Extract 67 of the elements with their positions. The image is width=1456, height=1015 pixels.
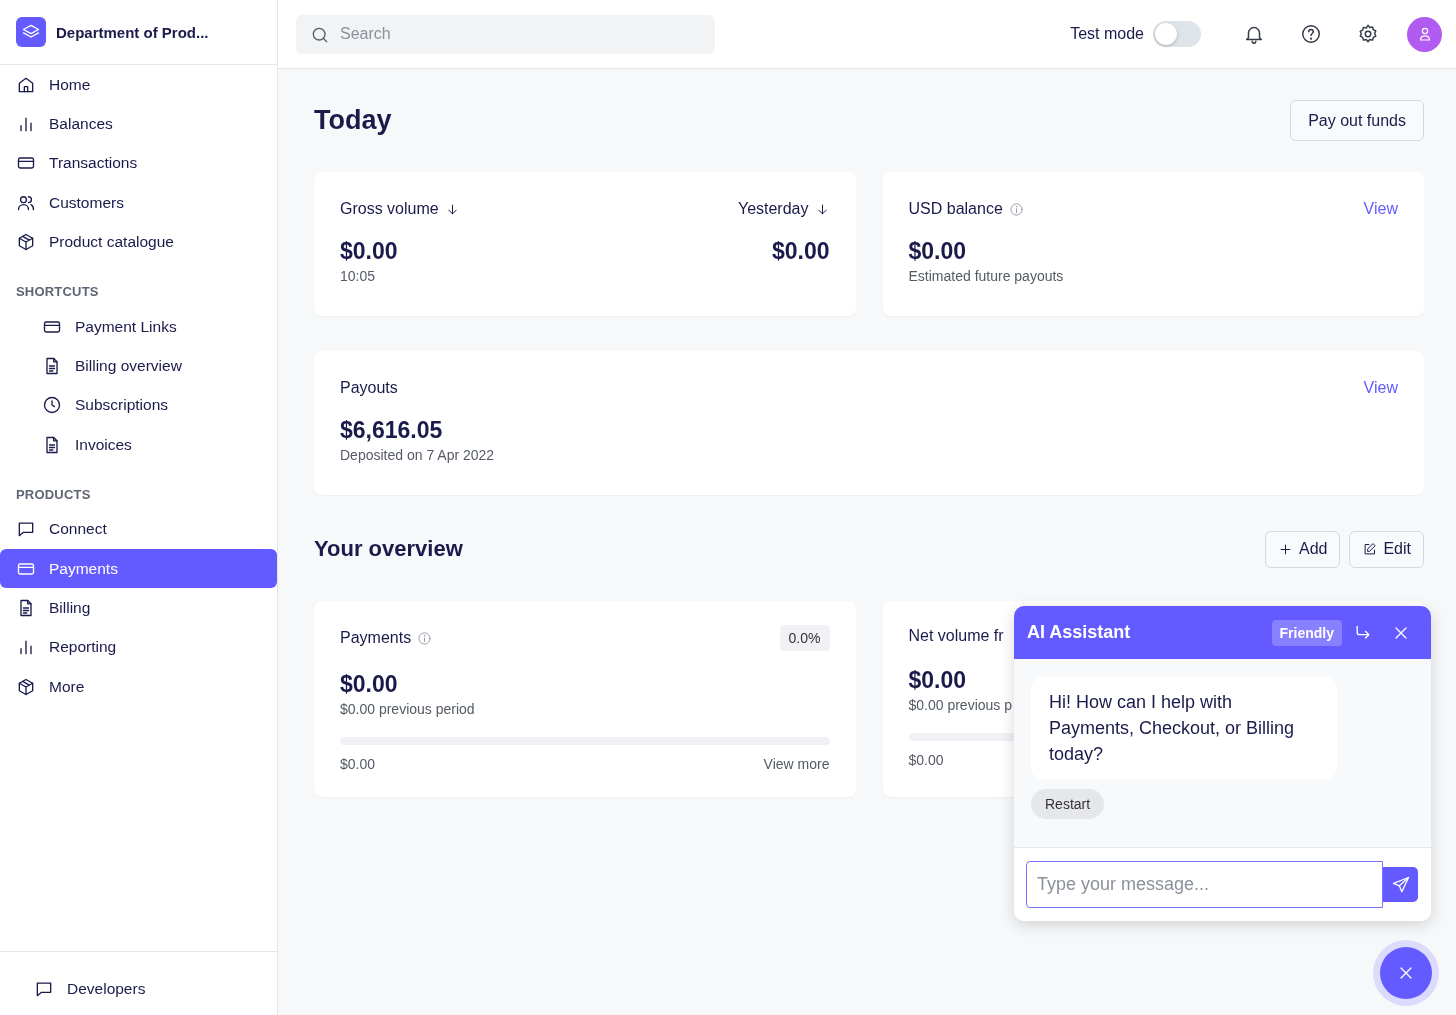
- edit-icon: [1362, 541, 1378, 557]
- nav-item[interactable]: Transactions: [0, 143, 277, 184]
- nav-item[interactable]: Subscriptions: [0, 385, 277, 426]
- send-button[interactable]: [1383, 867, 1418, 902]
- chart-value: $0.00: [908, 752, 944, 768]
- test-mode-toggle[interactable]: [1153, 21, 1201, 47]
- compare-dropdown[interactable]: Yesterday: [737, 198, 830, 220]
- nav-item[interactable]: Reporting: [0, 627, 277, 668]
- pay-out-button[interactable]: Pay out funds: [1290, 100, 1424, 141]
- view-link[interactable]: View: [1363, 200, 1398, 218]
- metric-value: $0.00: [340, 240, 398, 263]
- metric-value: $0.00: [771, 240, 830, 263]
- info-icon: [1008, 201, 1024, 217]
- section-heading: SHORTCUTS: [15, 282, 100, 301]
- settings-icon: [1356, 23, 1379, 45]
- logo-icon: [16, 17, 46, 47]
- previous-value: $0.00 previous p: [908, 697, 1013, 713]
- metric-dropdown[interactable]: Gross volume: [340, 198, 460, 220]
- view-link[interactable]: View: [1363, 379, 1398, 397]
- edit-button[interactable]: Edit: [1349, 530, 1424, 568]
- nav-item[interactable]: Payments: [0, 548, 277, 589]
- plus-icon: [1277, 541, 1293, 557]
- nav-item[interactable]: More: [0, 667, 277, 707]
- nav-item[interactable]: Billing: [0, 588, 277, 628]
- avatar-button[interactable]: [1407, 16, 1442, 52]
- chat-title: AI Assistant: [1027, 622, 1131, 643]
- metric-value: $0.00: [340, 673, 398, 696]
- metric-note: Estimated future payouts: [908, 268, 1064, 284]
- clock-icon: [42, 395, 62, 416]
- section-heading: PRODUCTS: [15, 485, 92, 504]
- info-icon: [417, 630, 433, 646]
- nav-item[interactable]: Developers: [0, 969, 277, 1009]
- card-title: Payments: [340, 629, 412, 647]
- nav-item[interactable]: Billing overview: [0, 346, 277, 386]
- metric-note: Deposited on 7 Apr 2022: [340, 447, 495, 463]
- help-icon: [1299, 23, 1322, 45]
- send-icon: [1390, 874, 1411, 895]
- nav-item[interactable]: Customers: [0, 183, 277, 223]
- chart-value: $0.00: [340, 756, 376, 772]
- section-title: Your overview: [314, 536, 463, 562]
- test-mode-label: Test mode: [1070, 25, 1144, 43]
- nav-item[interactable]: Balances: [0, 104, 277, 144]
- time-label: 10:05: [340, 268, 376, 284]
- nav-item[interactable]: Invoices: [0, 425, 277, 465]
- message-input[interactable]: Type your message...: [1026, 861, 1383, 908]
- cube-icon: [16, 232, 36, 253]
- restart-button[interactable]: Restart: [1031, 789, 1105, 819]
- card-title: USD balance: [908, 200, 1003, 218]
- change-badge: 0.0%: [779, 625, 830, 651]
- page-title: Today: [314, 105, 392, 136]
- card-title: Net volume fr: [908, 627, 1004, 645]
- account-name: Department of Prod...: [56, 23, 209, 41]
- account-switcher[interactable]: Department of Prod...: [0, 0, 277, 65]
- card-title: Payouts: [340, 379, 398, 397]
- metric-value: $0.00: [908, 240, 967, 263]
- view-more-link[interactable]: View more: [763, 756, 830, 772]
- cube-icon: [16, 676, 36, 697]
- nav-item[interactable]: Home: [0, 65, 277, 105]
- previous-value: $0.00 previous period: [340, 701, 475, 717]
- add-button[interactable]: Add: [1264, 530, 1341, 568]
- search-field[interactable]: Search: [296, 14, 715, 54]
- metric-value: $6,616.05: [340, 419, 443, 442]
- metric-value: $0.00: [908, 669, 967, 692]
- nav-item[interactable]: Connect: [0, 509, 277, 549]
- nav-item[interactable]: Product catalogue: [0, 222, 277, 262]
- chat-message: Hi! How can I help with Payments, Checkout, or Billing today?: [1031, 677, 1337, 779]
- nav-item[interactable]: Payment Links: [0, 306, 277, 347]
